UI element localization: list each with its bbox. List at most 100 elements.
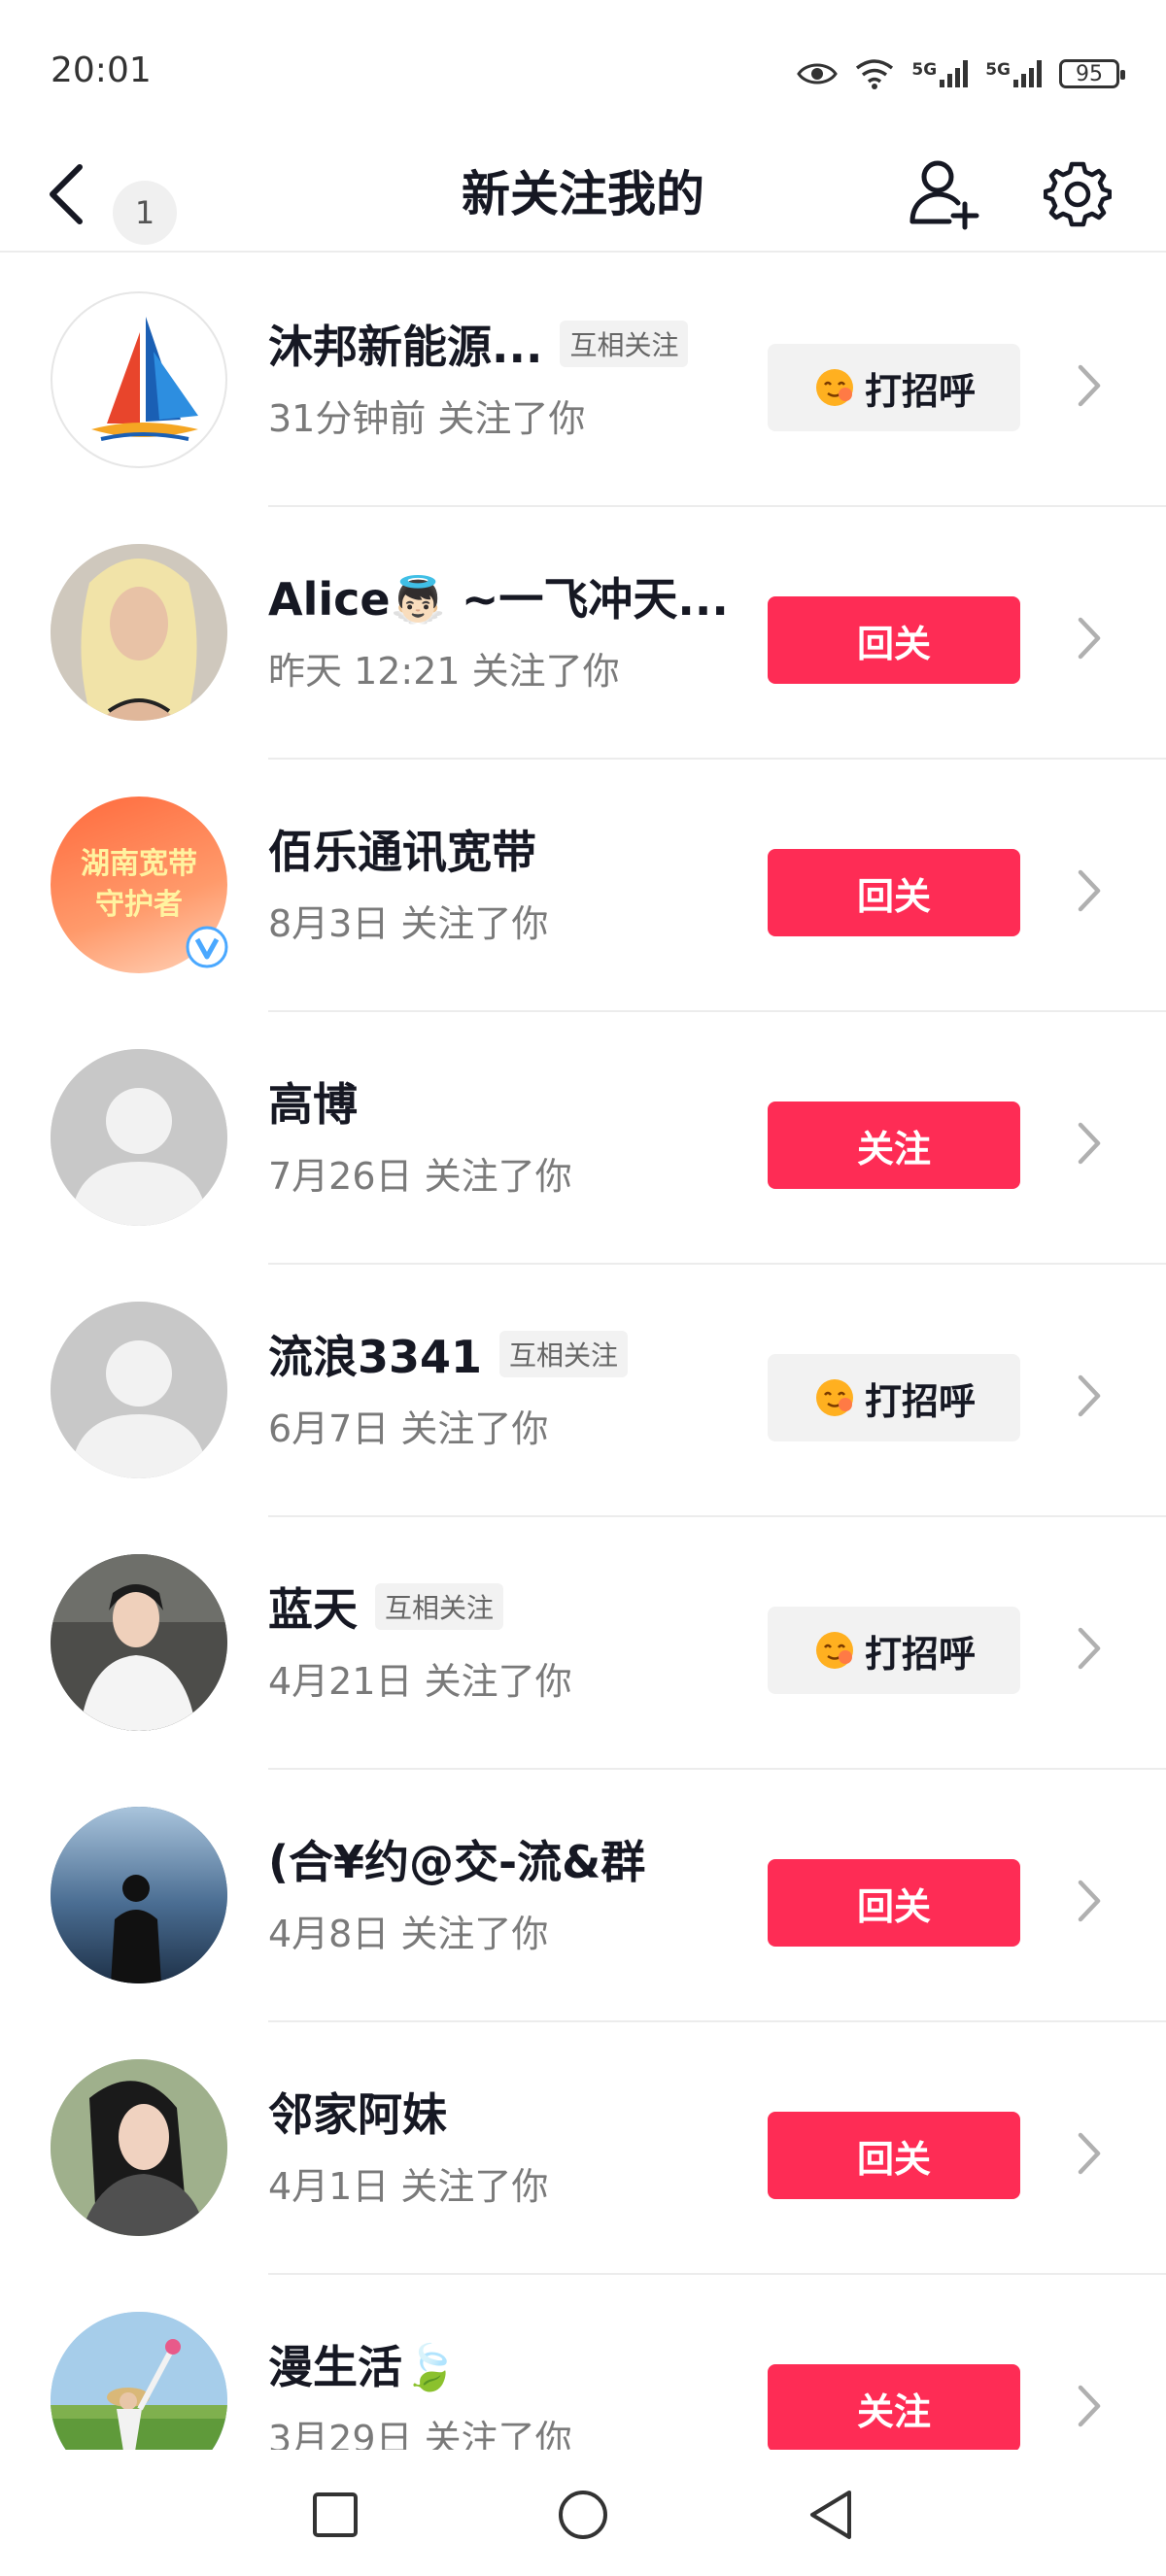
follower-list: 沐邦新能源... 互相关注 31分钟前 关注了你 打招呼 Alice👼🏻 ~一飞… [0,254,1166,2450]
verified-badge-icon [186,926,228,968]
chevron-right-icon[interactable] [1075,1119,1104,1168]
user-name[interactable]: 高博 [268,1069,358,1134]
avatar[interactable] [51,2312,227,2450]
circle-icon [559,2491,607,2539]
add-friend-button[interactable] [902,146,985,243]
list-item[interactable]: 高博 7月26日 关注了你 关注 [0,1012,1166,1265]
follow-button[interactable]: 关注 [768,1102,1020,1189]
name-line: 蓝天 互相关注 [268,1575,504,1639]
mutual-follow-tag: 互相关注 [375,1583,504,1630]
follow-time: 4月1日 关注了你 [268,2165,549,2208]
user-name[interactable]: 邻家阿妹 [268,2080,447,2144]
list-item[interactable]: 流浪3341 互相关注 6月7日 关注了你 打招呼 [0,1265,1166,1517]
follow-back-button[interactable]: 回关 [768,596,1020,684]
list-item[interactable]: (合¥约@交-流&群 4月8日 关注了你 回关 [0,1770,1166,2022]
count-badge: 1 [113,181,177,245]
mutual-follow-tag: 互相关注 [560,321,689,367]
system-back-button[interactable] [787,2471,874,2559]
home-button[interactable] [539,2471,627,2559]
greet-button[interactable]: 打招呼 [768,344,1020,431]
add-friend-icon [909,160,979,230]
greet-button[interactable]: 打招呼 [768,1354,1020,1441]
back-icon [50,164,83,224]
wifi-icon [856,59,894,89]
name-line: 沐邦新能源... 互相关注 [268,312,689,376]
greet-button[interactable]: 打招呼 [768,1607,1020,1694]
name-line: 流浪3341 互相关注 [268,1322,629,1386]
status-bar: 20:01 5G 5G 95 [0,0,1166,146]
avatar[interactable] [51,291,227,468]
avatar[interactable] [51,1807,227,1983]
name-line: 邻家阿妹 [268,2083,447,2141]
list-item[interactable]: Alice👼🏻 ~一飞冲天... 昨天 12:21 关注了你 回关 [0,507,1166,760]
list-item[interactable]: 邻家阿妹 4月1日 关注了你 回关 [0,2022,1166,2275]
follow-time: 昨天 12:21 关注了你 [268,650,620,693]
name-line: 高博 [268,1072,358,1131]
network-type-1: 5G [911,60,938,80]
follow-time: 4月8日 关注了你 [268,1913,549,1955]
recent-apps-button[interactable] [292,2471,379,2559]
chevron-right-icon[interactable] [1075,1877,1104,1925]
avatar[interactable] [51,544,227,721]
user-name[interactable]: (合¥约@交-流&群 [268,1827,645,1891]
system-nav-bar [0,2450,1166,2576]
chevron-right-icon[interactable] [1075,2129,1104,2178]
signal-icon: 5G [985,60,1042,87]
user-name[interactable]: 漫生活🍃 [268,2332,458,2396]
default-avatar-icon [51,1302,227,1478]
eye-icon [797,63,839,85]
user-name[interactable]: Alice👼🏻 ~一飞冲天... [268,564,729,628]
status-time: 20:01 [51,51,152,90]
default-avatar-icon [51,1049,227,1226]
user-name[interactable]: 佰乐通讯宽带 [268,817,536,881]
greet-button-label: 打招呼 [864,1379,976,1423]
greet-emoji-icon [815,1632,853,1669]
name-line: 佰乐通讯宽带 [268,820,536,878]
avatar-text: 守护者 [95,888,183,922]
square-icon [313,2492,358,2537]
follow-back-button[interactable]: 回关 [768,2112,1020,2199]
follow-time: 7月26日 关注了你 [268,1155,572,1198]
network-type-2: 5G [985,60,1011,80]
list-item[interactable]: 沐邦新能源... 互相关注 31分钟前 关注了你 打招呼 [0,254,1166,507]
avatar[interactable] [51,1554,227,1731]
follow-back-button[interactable]: 回关 [768,849,1020,936]
name-line: 漫生活🍃 [268,2335,458,2393]
user-name[interactable]: 流浪3341 [268,1322,482,1386]
chevron-right-icon[interactable] [1075,614,1104,662]
greet-emoji-icon [815,369,853,406]
follow-time: 6月7日 关注了你 [268,1407,549,1450]
back-button[interactable] [37,157,95,231]
page-title: 新关注我的 [462,166,704,222]
nav-bar: 1 新关注我的 [0,136,1166,253]
triangle-back-icon [810,2491,851,2539]
chevron-right-icon[interactable] [1075,1372,1104,1420]
avatar-text: 湖南宽带 [81,847,197,881]
list-item[interactable]: 湖南宽带 守护者 佰乐通讯宽带 8月3日 关注了你 回关 [0,760,1166,1012]
user-name[interactable]: 沐邦新能源... [268,312,542,376]
avatar[interactable] [51,2059,227,2236]
chevron-right-icon[interactable] [1075,866,1104,915]
battery-icon: 95 [1059,59,1125,88]
chevron-right-icon[interactable] [1075,2382,1104,2430]
chevron-right-icon[interactable] [1075,1624,1104,1673]
follow-time: 31分钟前 关注了你 [268,397,586,440]
greet-button-label: 打招呼 [864,1632,976,1676]
name-line: (合¥约@交-流&群 [268,1830,645,1888]
mutual-follow-tag: 互相关注 [499,1331,629,1377]
settings-button[interactable] [1034,146,1121,243]
greet-button-label: 打招呼 [864,369,976,413]
follow-time: 4月21日 关注了你 [268,1660,572,1703]
avatar[interactable] [51,1302,227,1478]
user-name[interactable]: 蓝天 [268,1575,358,1639]
avatar[interactable] [51,1049,227,1226]
list-item[interactable]: 漫生活🍃 3月29日 关注了你 关注 [0,2275,1166,2450]
settings-icon [1044,161,1112,227]
follow-time: 8月3日 关注了你 [268,902,549,945]
follow-button[interactable]: 关注 [768,2364,1020,2450]
signal-icon: 5G [911,60,969,87]
follow-back-button[interactable]: 回关 [768,1859,1020,1947]
list-item[interactable]: 蓝天 互相关注 4月21日 关注了你 打招呼 [0,1517,1166,1770]
name-line: Alice👼🏻 ~一飞冲天... [268,567,729,626]
chevron-right-icon[interactable] [1075,361,1104,410]
